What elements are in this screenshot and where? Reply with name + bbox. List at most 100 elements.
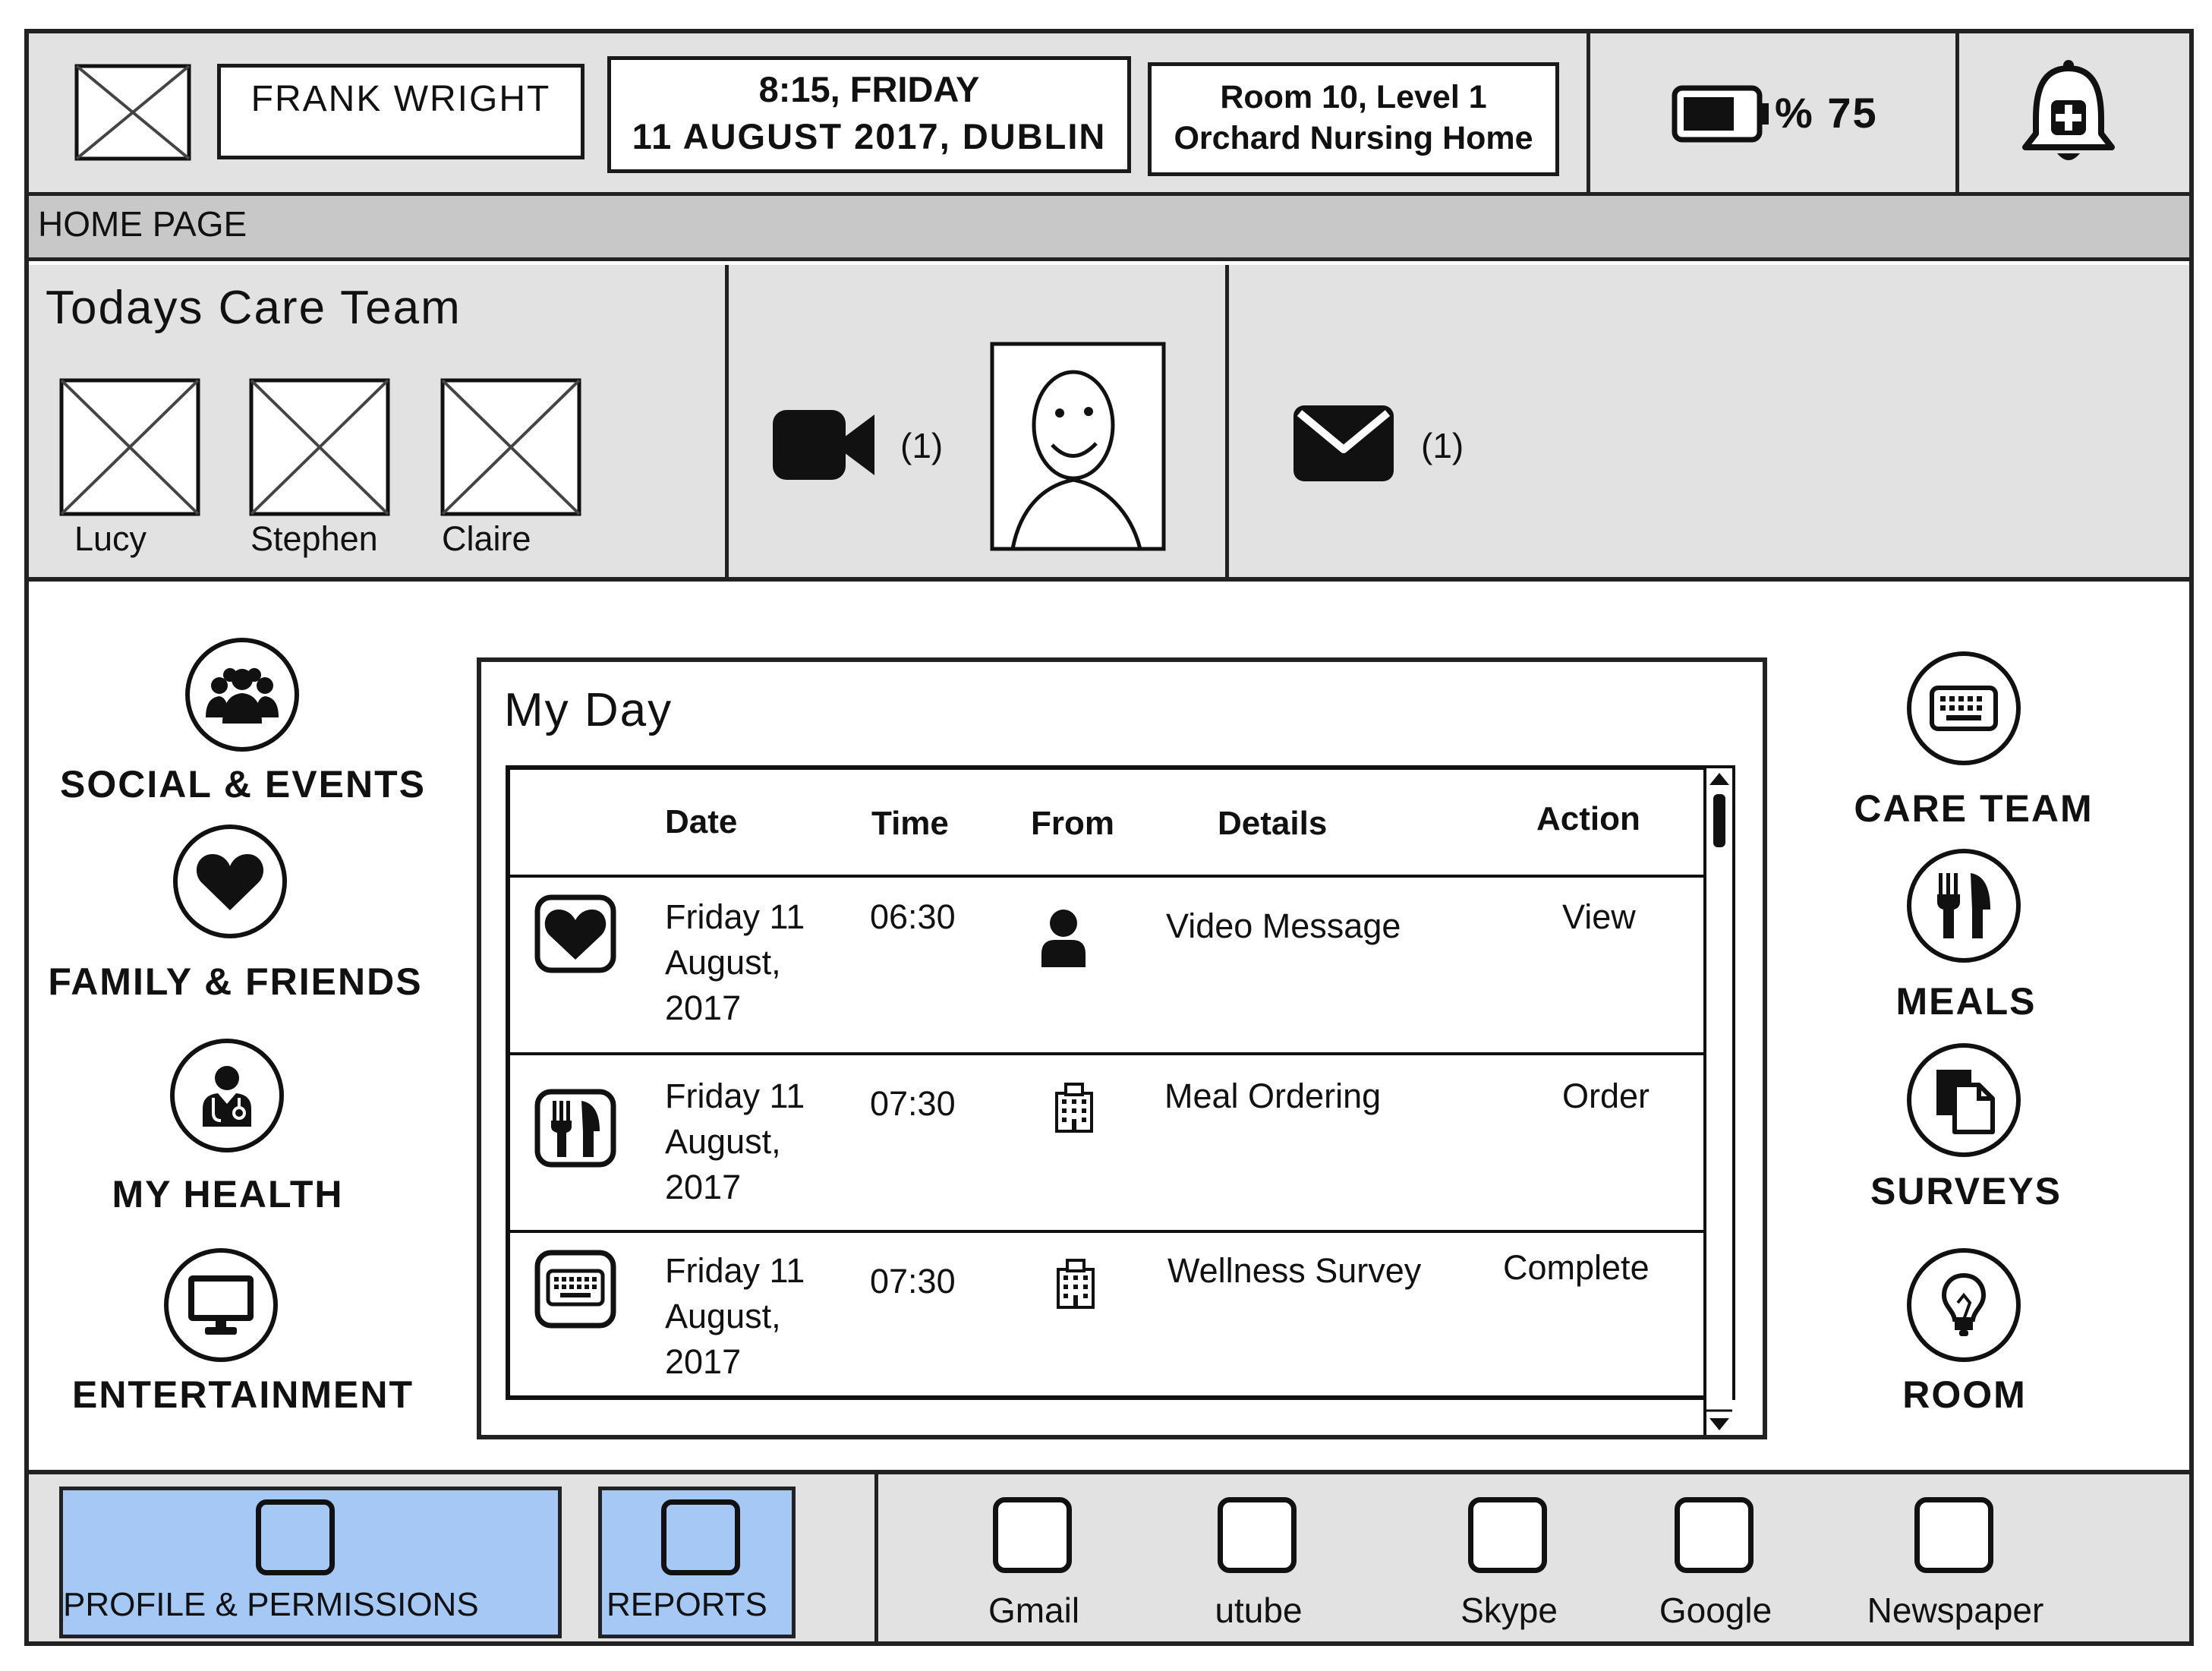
app-label: Gmail [988,1591,1080,1630]
battery-percentage: % 75 [1775,89,1878,137]
care-team-member[interactable]: Stephen [249,378,390,560]
row-time: 06:30 [870,897,956,936]
row-details: Wellness Survey [1167,1251,1422,1290]
app-skype[interactable]: Skype [1433,1491,1585,1635]
monitor-icon [188,1275,254,1335]
my-day-title: My Day [504,684,673,736]
row-date: Friday 11 August, 2017 [665,1077,805,1206]
nav-my-health-button[interactable] [170,1039,284,1152]
nav-social-events-label[interactable]: SOCIAL & EVENTS [30,762,455,806]
nav-meals-label[interactable]: MEALS [1822,979,2110,1023]
nav-room-button[interactable] [1907,1248,2021,1362]
column-header-time[interactable]: Time [871,805,949,843]
app-square-icon [661,1499,740,1575]
nav-family-friends-label[interactable]: FAMILY & FRIENDS [23,960,448,1004]
column-header-details[interactable]: Details [1218,805,1327,843]
app-square-icon [993,1497,1072,1573]
room-level: Room 10, Level 1 [1220,79,1487,115]
nav-surveys-button[interactable] [1907,1043,2021,1157]
info-divider [1225,265,1229,582]
app-label: Skype [1460,1591,1558,1630]
column-header-date[interactable]: Date [665,803,737,841]
row-action-button[interactable]: Complete [1503,1245,1650,1291]
column-header-action[interactable]: Action [1536,800,1640,838]
people-group-icon [206,668,279,724]
profile-permissions-label: PROFILE & PERMISSIONS [63,1586,479,1623]
member-name: Lucy [74,519,147,558]
patient-name: FRANK WRIGHT [251,79,551,119]
row-date: Friday 11 August, 2017 [665,897,805,1027]
envelope-icon[interactable] [1292,402,1395,484]
app-square-icon [256,1499,335,1575]
row-details: Video Message [1166,906,1401,945]
column-header-from[interactable]: From [1031,805,1114,843]
app-square-icon [1914,1497,1993,1573]
row-action-button[interactable]: View [1562,894,1636,940]
app-utube[interactable]: utube [1183,1491,1334,1635]
row-details: Meal Ordering [1164,1077,1382,1115]
heart-icon [534,894,616,973]
app-label: Newspaper [1867,1591,2044,1630]
profile-permissions-button[interactable]: PROFILE & PERMISSIONS [59,1487,562,1638]
heart-icon [196,854,264,910]
footer-divider [874,1473,878,1641]
nav-care-team-label[interactable]: CARE TEAM [1829,787,2118,831]
app-label: Google [1659,1591,1772,1630]
header-divider [1955,33,1959,196]
keyboard-icon [1930,686,1998,731]
care-team-member[interactable]: Claire [440,378,581,560]
nav-entertainment-button[interactable] [164,1248,278,1362]
date-city: 11 AUGUST 2017, DUBLIN [632,116,1107,156]
app-newspaper[interactable]: Newspaper [1849,1491,2062,1635]
fork-knife-icon [534,1089,616,1168]
row-action-button[interactable]: Order [1562,1074,1650,1119]
table-scrollbar[interactable] [1703,768,1732,1435]
avatar[interactable] [74,64,191,161]
location-box: Room 10, Level 1 Orchard Nursing Home [1148,62,1559,176]
breadcrumb-bar: HOME PAGE [29,196,2189,261]
nav-social-events-button[interactable] [185,638,299,752]
app-square-icon [1468,1497,1547,1573]
row-time: 07:30 [870,1084,956,1123]
nav-entertainment-label[interactable]: ENTERTAINMENT [30,1373,455,1417]
nav-my-health-label[interactable]: MY HEALTH [15,1172,440,1216]
documents-icon [1936,1070,1995,1134]
member-name: Claire [442,519,531,558]
emergency-bell-icon[interactable] [2019,58,2118,169]
building-icon [1055,1259,1096,1309]
row-time: 07:30 [870,1262,956,1301]
video-camera-icon[interactable] [771,407,878,483]
info-divider [725,265,729,582]
nav-surveys-label[interactable]: SURVEYS [1822,1169,2110,1213]
datetime-box: 8:15, FRIDAY 11 AUGUST 2017, DUBLIN [607,56,1131,173]
member-name: Stephen [251,519,378,558]
nav-care-team-button[interactable] [1907,651,2021,765]
fork-knife-icon [1937,873,1990,938]
reports-label: REPORTS [607,1586,767,1623]
care-team-member[interactable]: Lucy [59,378,200,560]
row-date: Friday 11 August, 2017 [665,1251,805,1381]
contact-photo[interactable] [990,342,1166,551]
building-icon [1054,1083,1095,1133]
mail-count: (1) [1421,426,1464,465]
doctor-icon [203,1066,251,1127]
nav-meals-button[interactable] [1907,849,2021,963]
app-label: utube [1215,1591,1303,1630]
reports-button[interactable]: REPORTS [598,1487,796,1638]
nav-family-friends-button[interactable] [173,824,287,938]
battery-icon [1672,85,1773,143]
app-square-icon [1218,1497,1297,1573]
care-team-title: Todays Care Team [46,282,462,334]
time-day: 8:15, FRIDAY [758,69,980,109]
nav-room-label[interactable]: ROOM [1820,1373,2109,1417]
lightbulb-icon [1941,1272,1987,1336]
app-square-icon [1675,1497,1754,1573]
patient-name-box: FRANK WRIGHT [217,64,585,159]
facility-name: Orchard Nursing Home [1174,120,1533,156]
app-gmail[interactable]: Gmail [958,1491,1110,1635]
app-google[interactable]: Google [1640,1491,1791,1635]
keyboard-icon [534,1250,616,1329]
video-message-count: (1) [900,426,944,465]
header-divider [1587,33,1590,196]
breadcrumb: HOME PAGE [38,204,247,244]
